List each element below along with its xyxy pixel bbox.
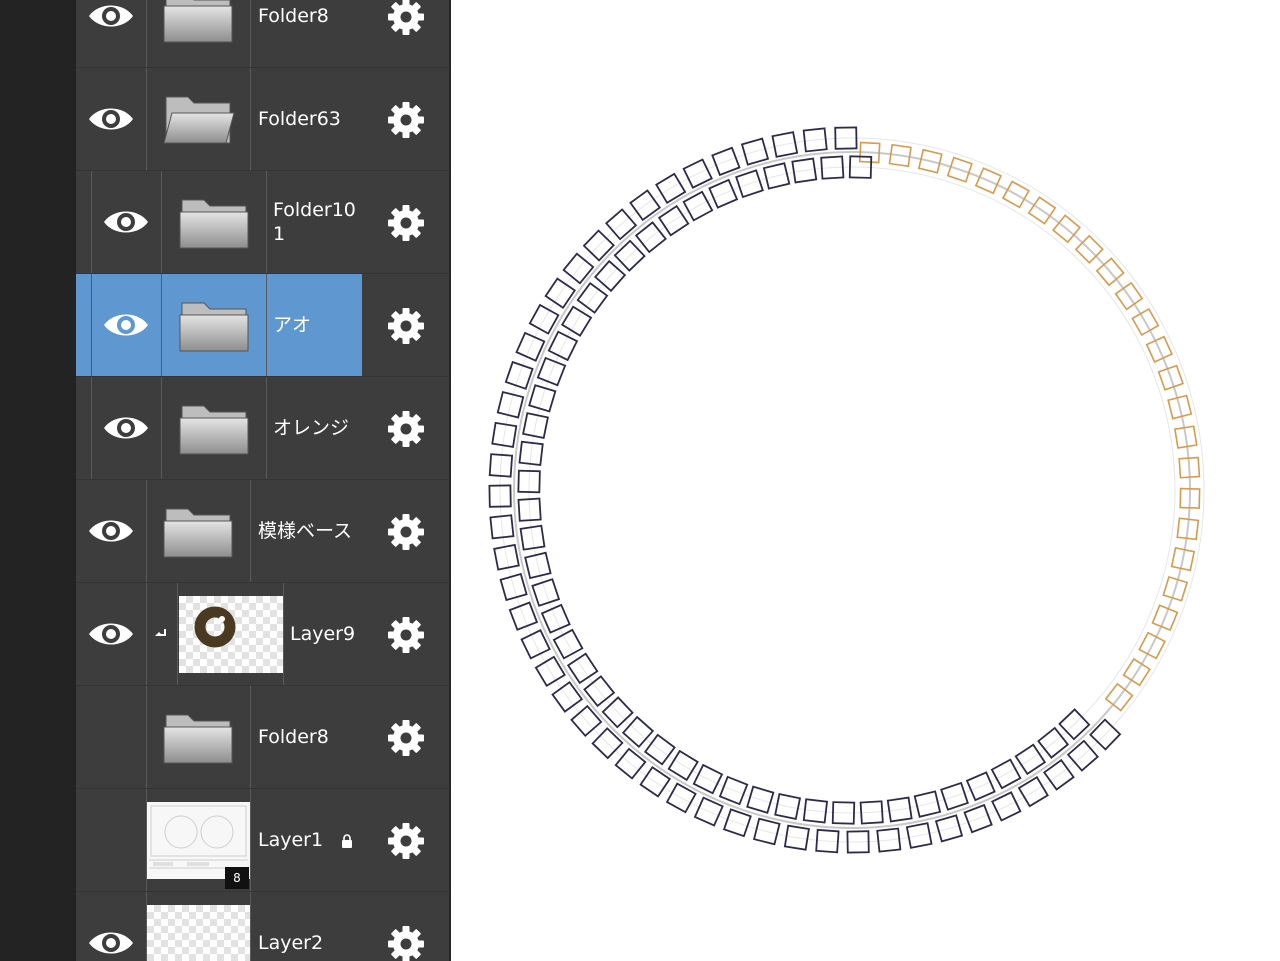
layer-name: Folder8 <box>258 726 329 748</box>
orange-square-ring <box>858 141 1201 712</box>
layer-row-orange[interactable]: オレンジ <box>76 377 449 480</box>
gear-icon[interactable] <box>386 821 426 861</box>
eye-icon[interactable] <box>87 103 135 135</box>
guide-circle <box>499 137 1205 843</box>
gear-icon[interactable] <box>386 718 426 758</box>
divider <box>146 0 147 68</box>
divider <box>250 68 251 171</box>
divider <box>146 480 147 583</box>
eye-icon[interactable] <box>87 927 135 959</box>
gear-icon[interactable] <box>386 203 426 243</box>
divider <box>146 583 147 686</box>
folder-icon <box>160 709 236 767</box>
eye-icon[interactable] <box>102 309 150 341</box>
gear-icon[interactable] <box>386 512 426 552</box>
divider <box>177 583 178 686</box>
layer-name: アオ <box>273 314 312 336</box>
divider <box>161 274 162 377</box>
navy-square-ring <box>488 126 1122 854</box>
gear-icon[interactable] <box>386 615 426 655</box>
layer-row-layer1[interactable]: 8 Layer1 <box>76 789 449 892</box>
divider <box>250 892 251 961</box>
layer-name: 模様ベース <box>258 520 353 542</box>
layer-row-folder63[interactable]: Folder63 <box>76 68 449 171</box>
divider <box>250 686 251 789</box>
eye-icon[interactable] <box>87 0 135 32</box>
divider <box>266 377 267 480</box>
divider <box>91 377 92 480</box>
divider <box>146 68 147 171</box>
clip-arrow-icon <box>155 627 169 641</box>
divider <box>250 789 251 892</box>
gear-icon[interactable] <box>386 0 426 37</box>
gear-icon[interactable] <box>386 306 426 346</box>
layer-thumbnail <box>179 596 283 673</box>
divider <box>91 274 92 377</box>
layer-row-folder101[interactable]: Folder10 1 <box>76 171 449 274</box>
layers-panel: Folder8 Folder63 Folder10 1 アオ オレンジ 模様ベー… <box>76 0 449 961</box>
divider <box>283 583 284 686</box>
folder-icon <box>176 400 252 458</box>
donut-thumbnail-art <box>194 606 236 648</box>
gear-icon[interactable] <box>386 409 426 449</box>
eye-icon[interactable] <box>87 515 135 547</box>
folder-icon <box>160 503 236 561</box>
layer-name: Folder8 <box>258 5 329 27</box>
divider <box>266 171 267 274</box>
layer-name: Layer1 <box>258 829 324 851</box>
divider <box>91 171 92 274</box>
layer-name: オレンジ <box>273 417 350 439</box>
layer-name: Folder63 <box>258 108 341 130</box>
divider <box>146 686 147 789</box>
layer-thumbnail <box>147 905 250 961</box>
divider <box>161 171 162 274</box>
divider <box>161 377 162 480</box>
left-toolbar-strip <box>0 0 76 961</box>
eye-icon[interactable] <box>87 618 135 650</box>
gear-icon[interactable] <box>386 924 426 961</box>
layer-row-pattern-base[interactable]: 模様ベース <box>76 480 449 583</box>
folder-icon <box>176 194 252 252</box>
divider <box>266 274 267 377</box>
eye-icon[interactable] <box>102 206 150 238</box>
divider <box>250 0 251 68</box>
lock-icon <box>341 833 353 848</box>
layer-row-layer9[interactable]: Layer9 <box>76 583 449 686</box>
folder-icon <box>160 0 236 46</box>
drawing-canvas[interactable] <box>451 0 1280 961</box>
layer-name: Folder10 1 <box>273 199 356 245</box>
divider <box>250 480 251 583</box>
layer-row-layer2[interactable]: Layer2 <box>76 892 449 961</box>
layer-name: Layer2 <box>258 932 324 954</box>
gear-icon[interactable] <box>386 100 426 140</box>
eye-icon[interactable] <box>102 412 150 444</box>
layer-row-folder8-top[interactable]: Folder8 <box>76 0 449 68</box>
layer-row-folder8-bottom[interactable]: Folder8 <box>76 686 449 789</box>
layer-count-badge: 8 <box>225 867 249 889</box>
folder-icon <box>176 297 252 355</box>
layer-name: Layer9 <box>290 623 356 645</box>
folder-open-icon <box>160 91 236 149</box>
ring-guides <box>499 137 1205 843</box>
guide-circle <box>528 166 1176 814</box>
layer-row-ao-selected[interactable]: アオ <box>76 274 449 377</box>
guide-circle <box>513 151 1191 829</box>
